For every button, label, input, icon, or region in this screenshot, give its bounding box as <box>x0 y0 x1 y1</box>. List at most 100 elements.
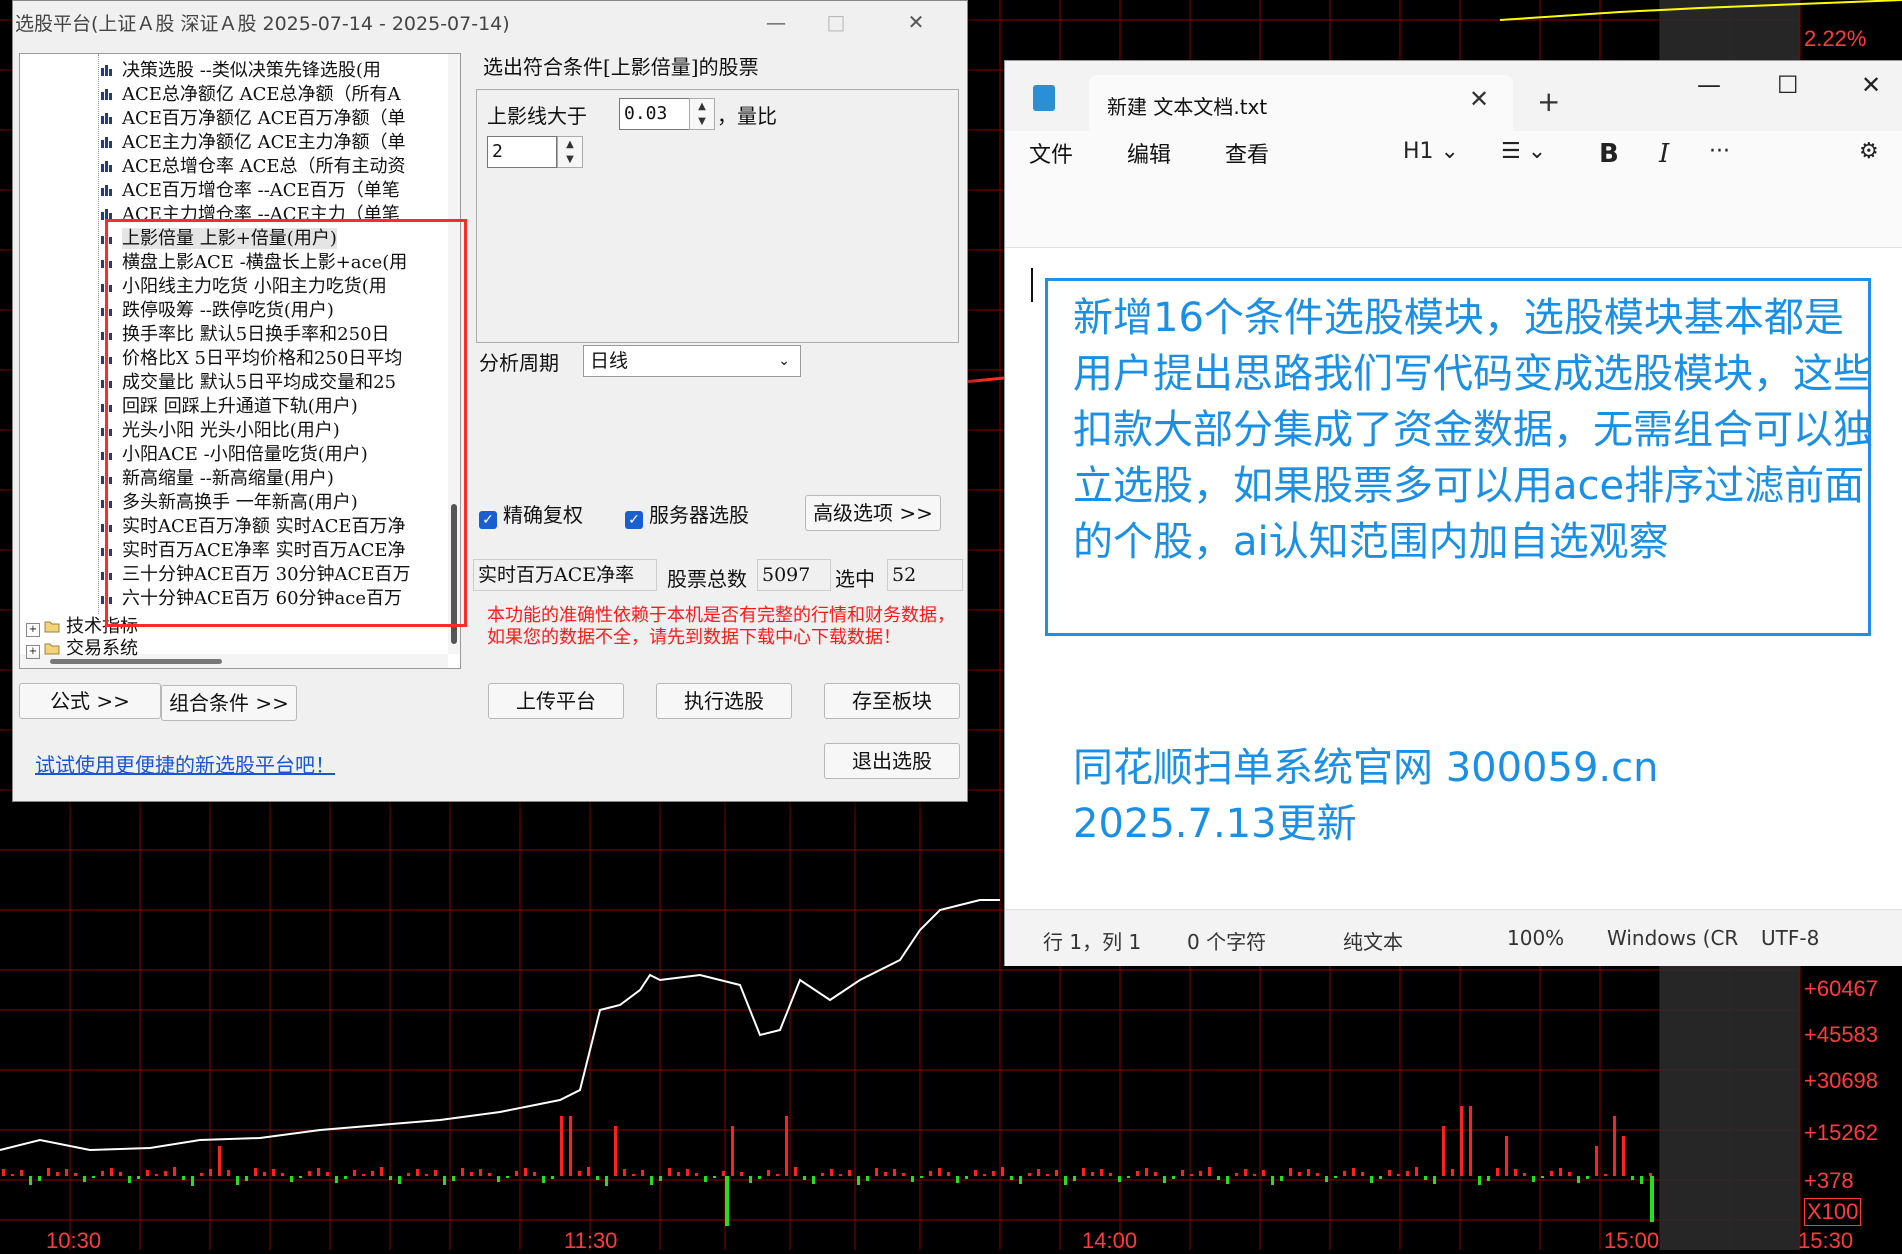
check-icon: ✓ <box>479 511 497 529</box>
notepad-statusbar: 行 1，列 1 0 个字符 纯文本 100% Windows (CR UTF-8 <box>1005 909 1902 966</box>
picker-minimize-button[interactable]: — <box>753 7 799 37</box>
tree-item[interactable]: 决策选股 --类似决策先锋选股(用 <box>100 56 381 81</box>
selected-label: 选中 <box>835 567 875 591</box>
volume-tick: +15262 <box>1804 1120 1879 1145</box>
new-tab-button[interactable]: + <box>1537 85 1560 118</box>
bold-button[interactable]: B <box>1599 139 1619 169</box>
formula-button[interactable]: 公式 >> <box>19 683 161 719</box>
settings-icon[interactable]: ⚙ <box>1859 139 1879 164</box>
condition-panel: 上影线大于 0.03 ▲ ▼ ，量比 2 ▲ ▼ <box>476 89 959 343</box>
notepad-app-icon <box>1033 85 1055 111</box>
tree-item[interactable]: ACE主力净额亿 ACE主力净额（单 <box>100 128 406 153</box>
picker-titlebar[interactable]: 选股平台(上证Ａ股 深证Ａ股 2025-07-14 - 2025-07-14) … <box>13 1 967 43</box>
formula-icon <box>100 111 116 125</box>
status-zoom[interactable]: 100% <box>1507 926 1564 950</box>
formula-icon <box>100 183 116 197</box>
time-label: 15:00 <box>1604 1228 1660 1253</box>
formula-icon <box>100 159 116 173</box>
time-label: 15:30 <box>1798 1228 1854 1253</box>
volume-tick: +45583 <box>1804 1022 1879 1047</box>
volume-multiplier: X100 <box>1804 1198 1862 1226</box>
notepad-close-button[interactable]: ✕ <box>1861 71 1881 99</box>
text-caret <box>1031 268 1033 302</box>
notepad-tab[interactable]: 新建 文本文档.txt ✕ <box>1089 75 1513 131</box>
time-label: 14:00 <box>1082 1228 1138 1253</box>
notepad-body-text: 新增16个条件选股模块，选股模块基本都是用户提出思路我们写代码变成选股模块，这些… <box>1073 295 1873 565</box>
run-pick-button[interactable]: 执行选股 <box>656 683 792 719</box>
tree-item[interactable]: ACE百万增仓率 --ACE百万（单笔 <box>100 176 400 201</box>
save-to-block-button[interactable]: 存至板块 <box>824 683 960 719</box>
selected-value: 52 <box>887 559 963 591</box>
notepad-footer-text: 同花顺扫单系统官网 300059.cn 2025.7.13更新 <box>1073 745 1659 847</box>
volume-tick: +30698 <box>1804 1068 1879 1093</box>
period-select[interactable]: 日线 ⌄ <box>583 345 801 377</box>
time-label: 11:30 <box>564 1228 618 1253</box>
price-pct-label: 2.22% <box>1804 26 1867 51</box>
precise-adjust-label: 精确复权 <box>503 503 583 527</box>
param1-suffix: ，量比 <box>717 104 777 128</box>
volume-tick: +60467 <box>1804 976 1879 1001</box>
formula-icon <box>100 63 116 77</box>
notepad-minimize-button[interactable]: — <box>1697 71 1721 99</box>
menu-file[interactable]: 文件 <box>1029 137 1073 169</box>
tree-item-label: ACE百万净额亿 ACE百万净额（单 <box>122 108 406 129</box>
advanced-options-button[interactable]: 高级选项 >> <box>805 495 941 531</box>
tab-close-icon[interactable]: ✕ <box>1469 85 1489 113</box>
combo-conditions-button[interactable]: 组合条件 >> <box>161 685 297 721</box>
heading-dropdown[interactable]: H1 ⌄ <box>1403 139 1459 164</box>
check-icon: ✓ <box>625 511 643 529</box>
status-position: 行 1，列 1 <box>1043 930 1142 954</box>
formula-icon <box>100 135 116 149</box>
tree-folder-label: 交易系统 <box>66 638 138 659</box>
period-label: 分析周期 <box>479 351 559 375</box>
status-line-ending: Windows (CR <box>1607 926 1739 950</box>
notepad-window: 新建 文本文档.txt ✕ + — ☐ ✕ 文件 编辑 查看 H1 ⌄ ☰ ⌄ … <box>1004 60 1902 966</box>
exit-pick-button[interactable]: 退出选股 <box>824 743 960 779</box>
tree-item-label: ACE主力净额亿 ACE主力净额（单 <box>122 132 406 153</box>
server-pick-checkbox[interactable]: ✓ 服务器选股 <box>625 499 749 529</box>
volume-tick: +378 <box>1804 1168 1854 1193</box>
tree-item[interactable]: ACE总净额亿 ACE总净额（所有A <box>100 80 401 105</box>
upload-platform-button[interactable]: 上传平台 <box>488 683 624 719</box>
notepad-maximize-button[interactable]: ☐ <box>1777 71 1799 99</box>
chevron-down-icon: ⌄ <box>778 353 790 369</box>
italic-button[interactable]: I <box>1659 139 1669 169</box>
indicator-field[interactable]: 实时百万ACE净率 <box>473 559 657 591</box>
status-char-count: 0 个字符 <box>1187 930 1267 954</box>
period-value: 日线 <box>590 350 629 372</box>
expand-icon[interactable]: + <box>26 645 40 659</box>
notepad-titlebar[interactable]: 新建 文本文档.txt ✕ + — ☐ ✕ <box>1005 61 1902 131</box>
tree-item-label: ACE百万增仓率 --ACE百万（单笔 <box>122 180 400 201</box>
data-warning: 本功能的准确性依赖于本机是否有完整的行情和财务数据，如果您的数据不全，请先到数据… <box>487 605 955 648</box>
notepad-editor[interactable]: 新增16个条件选股模块，选股模块基本都是用户提出思路我们写代码变成选股模块，这些… <box>1005 248 1902 908</box>
tree-folder[interactable]: + 交易系统 <box>26 634 138 659</box>
param2-spinner[interactable]: ▲ ▼ <box>557 136 583 168</box>
param1-input[interactable]: 0.03 <box>619 98 691 130</box>
param1-spinner[interactable]: ▲ ▼ <box>689 98 715 130</box>
status-format: 纯文本 <box>1343 930 1403 954</box>
new-platform-link[interactable]: 试试使用更便捷的新选股平台吧！ <box>35 749 335 778</box>
tree-item-label: ACE总净额亿 ACE总净额（所有A <box>122 84 401 105</box>
more-icon[interactable]: ··· <box>1709 139 1730 164</box>
precise-adjust-checkbox[interactable]: ✓ 精确复权 <box>479 499 583 529</box>
picker-close-button[interactable]: ✕ <box>893 7 939 37</box>
tree-item[interactable]: ACE总增仓率 ACE总（所有主动资 <box>100 152 406 177</box>
formula-icon <box>100 87 116 101</box>
time-label: 10:30 <box>46 1228 102 1253</box>
total-value: 5097 <box>757 559 831 591</box>
volume-bars <box>2 1106 1654 1226</box>
result-heading: 选出符合条件[上影倍量]的股票 <box>483 55 759 79</box>
total-label: 股票总数 <box>667 567 747 591</box>
param2-input[interactable]: 2 <box>487 136 557 168</box>
list-dropdown[interactable]: ☰ ⌄ <box>1501 139 1546 164</box>
menu-view[interactable]: 查看 <box>1225 137 1269 169</box>
picker-maximize-button[interactable]: □ <box>813 7 859 37</box>
tree-item-label: 决策选股 --类似决策先锋选股(用 <box>122 60 381 81</box>
menu-edit[interactable]: 编辑 <box>1127 137 1171 169</box>
param1-label: 上影线大于 <box>487 104 587 128</box>
picker-title: 选股平台(上证Ａ股 深证Ａ股 2025-07-14 - 2025-07-14) <box>15 13 510 35</box>
tree-item[interactable]: ACE百万净额亿 ACE百万净额（单 <box>100 104 406 129</box>
annotation-highlight-box <box>105 219 467 627</box>
tree-item-label: ACE总增仓率 ACE总（所有主动资 <box>122 156 406 177</box>
stock-picker-window: 选股平台(上证Ａ股 深证Ａ股 2025-07-14 - 2025-07-14) … <box>12 0 968 802</box>
